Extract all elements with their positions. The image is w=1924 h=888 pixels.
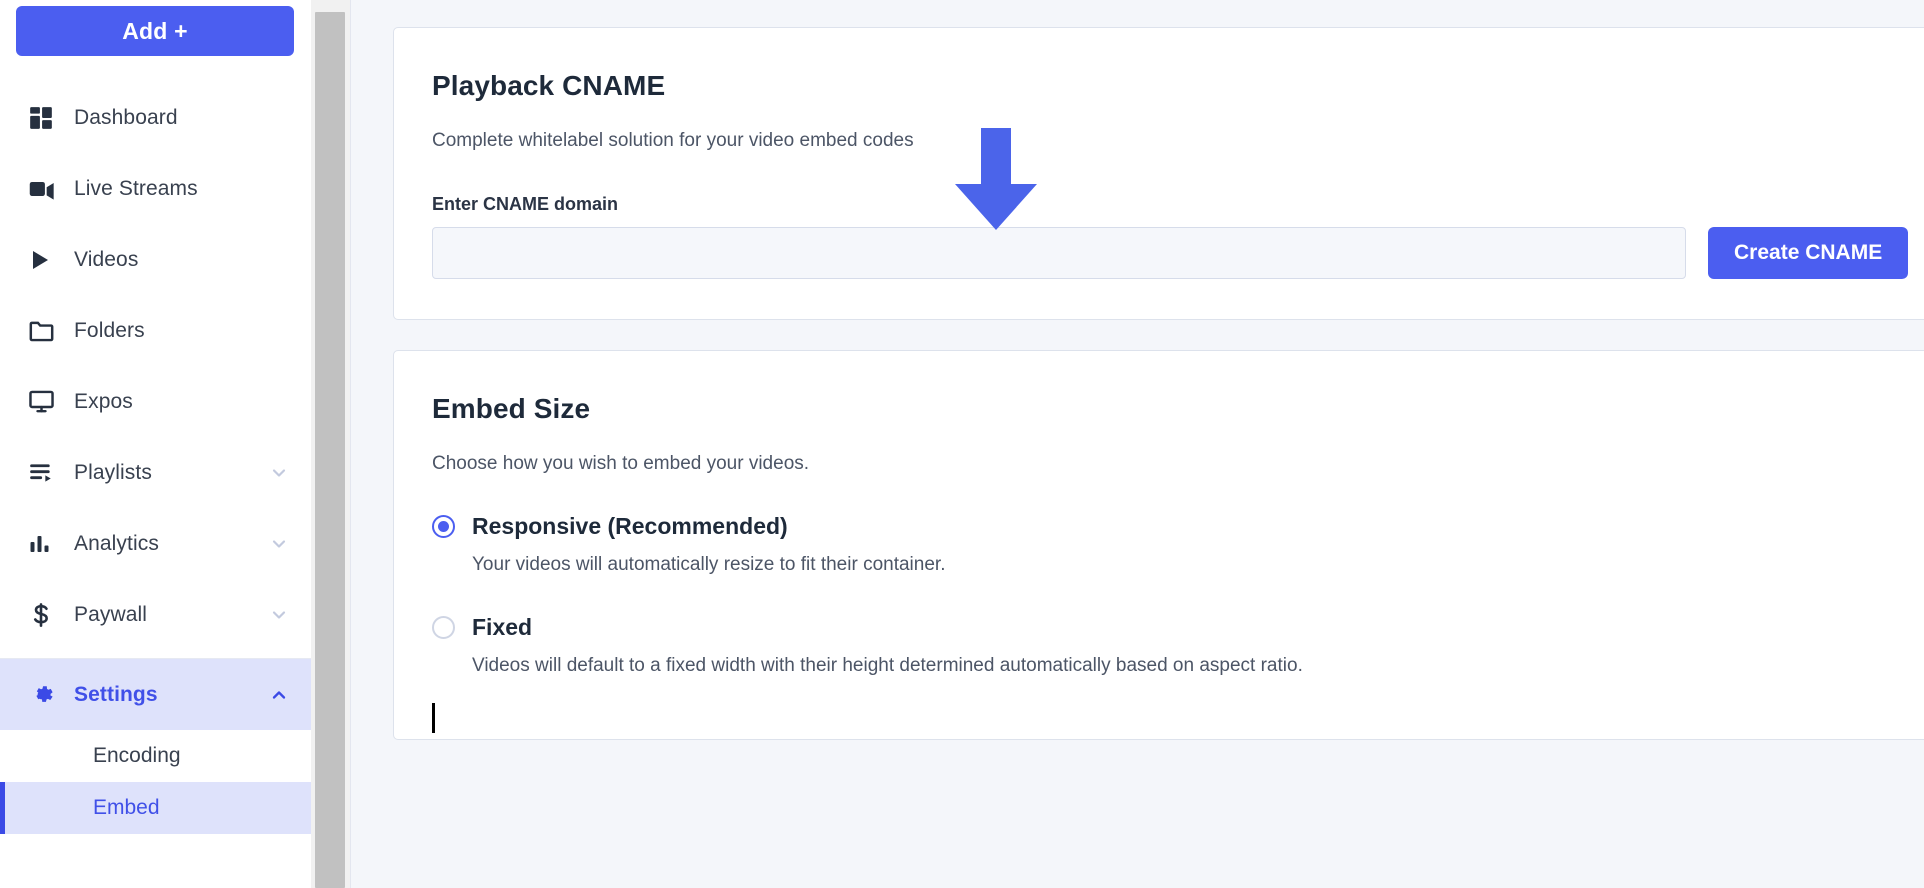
embed-size-card: Embed Size Choose how you wish to embed … <box>393 350 1924 740</box>
sidebar-item-analytics[interactable]: Analytics <box>0 508 311 579</box>
sidebar: Add + Dashboard Live Streams Videos Fold… <box>0 0 311 888</box>
add-button[interactable]: Add + <box>16 6 294 56</box>
sidebar-item-label: Settings <box>74 682 158 706</box>
sidebar-item-label: Dashboard <box>74 105 178 129</box>
folder-icon <box>28 317 66 344</box>
sidebar-nav: Dashboard Live Streams Videos Folders Ex… <box>0 82 311 834</box>
cname-domain-input[interactable] <box>432 227 1686 279</box>
cname-field-label: Enter CNAME domain <box>432 194 619 214</box>
chevron-down-icon[interactable] <box>269 463 289 483</box>
text-cursor-caret <box>432 703 435 733</box>
sidebar-item-live-streams[interactable]: Live Streams <box>0 153 311 224</box>
sidebar-item-label: Playlists <box>74 460 152 484</box>
bar-chart-icon <box>28 532 66 556</box>
radio-fixed-label: Fixed <box>472 614 533 640</box>
radio-responsive-help: Your videos will automatically resize to… <box>472 554 946 575</box>
page-scrollbar-track[interactable] <box>311 0 351 888</box>
create-cname-button[interactable]: Create CNAME <box>1708 227 1909 279</box>
monitor-icon <box>28 388 66 415</box>
sidebar-item-label: Live Streams <box>74 176 198 200</box>
sidebar-item-label: Analytics <box>74 531 159 555</box>
radio-option-responsive[interactable]: Responsive (Recommended) <box>432 513 1924 540</box>
playlist-icon <box>28 460 66 486</box>
dashboard-grid-icon <box>28 105 66 131</box>
radio-option-fixed[interactable]: Fixed <box>432 614 1924 641</box>
sidebar-subitem-label: Embed <box>93 796 160 819</box>
sidebar-item-expos[interactable]: Expos <box>0 366 311 437</box>
radio-fixed-help: Videos will default to a fixed width wit… <box>472 655 1303 676</box>
sidebar-item-label: Expos <box>74 389 133 413</box>
sidebar-item-videos[interactable]: Videos <box>0 224 311 295</box>
sidebar-item-label: Folders <box>74 318 145 342</box>
text-caret-line <box>432 703 1924 739</box>
app-root: Add + Dashboard Live Streams Videos Fold… <box>0 0 1924 888</box>
main-content: Playback CNAME Complete whitelabel solut… <box>351 0 1924 888</box>
sidebar-item-paywall[interactable]: Paywall <box>0 579 311 650</box>
sidebar-subitem-embed[interactable]: Embed <box>0 782 311 834</box>
sidebar-item-label: Videos <box>74 247 139 271</box>
playback-cname-card: Playback CNAME Complete whitelabel solut… <box>393 27 1924 320</box>
embed-size-subtitle: Choose how you wish to embed your videos… <box>432 453 810 474</box>
sidebar-subitem-label: Encoding <box>93 744 181 767</box>
video-camera-icon <box>28 175 66 203</box>
sidebar-item-playlists[interactable]: Playlists <box>0 437 311 508</box>
chevron-up-icon[interactable] <box>269 685 289 705</box>
chevron-down-icon[interactable] <box>269 605 289 625</box>
radio-responsive-indicator[interactable] <box>432 515 455 538</box>
cname-subtitle: Complete whitelabel solution for your vi… <box>432 130 914 151</box>
sidebar-item-folders[interactable]: Folders <box>0 295 311 366</box>
radio-fixed-indicator[interactable] <box>432 616 455 639</box>
radio-responsive-label: Responsive (Recommended) <box>472 513 788 539</box>
sidebar-item-label: Paywall <box>74 602 148 626</box>
cname-field-row: Create CNAME <box>432 227 1924 319</box>
page-title: Playback CNAME <box>432 70 666 101</box>
sidebar-item-settings[interactable]: Settings <box>0 659 311 730</box>
sidebar-subitem-encoding[interactable]: Encoding <box>0 730 311 782</box>
play-triangle-icon <box>28 248 66 272</box>
dollar-sign-icon <box>28 602 66 628</box>
chevron-down-icon[interactable] <box>269 534 289 554</box>
page-scrollbar-thumb[interactable] <box>315 12 345 888</box>
embed-size-title: Embed Size <box>432 393 591 424</box>
gear-icon <box>28 681 66 709</box>
sidebar-item-dashboard[interactable]: Dashboard <box>0 82 311 153</box>
